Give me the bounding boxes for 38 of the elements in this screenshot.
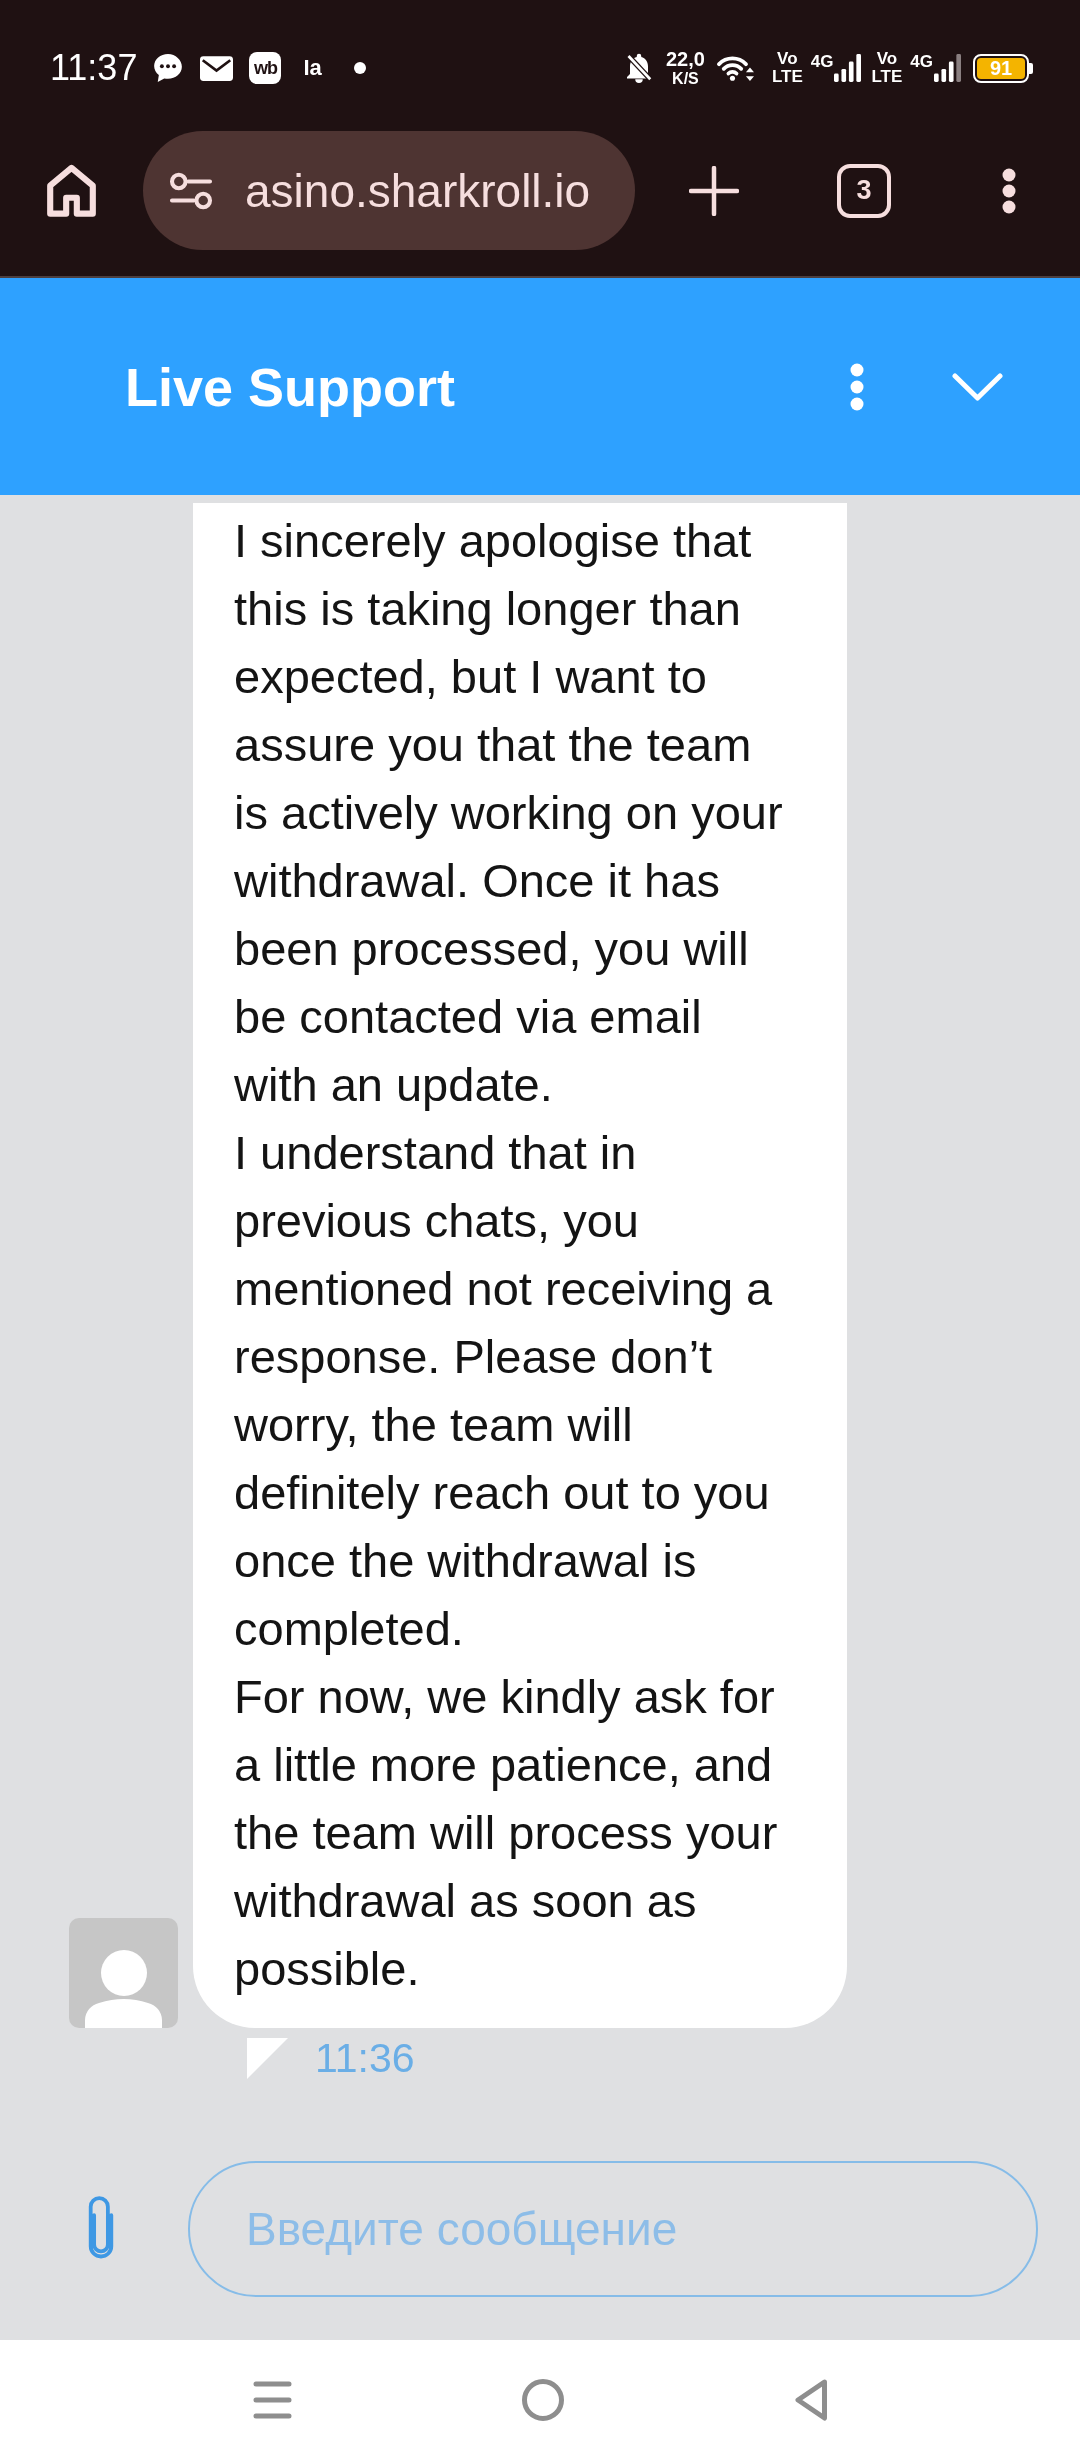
circle-icon[interactable] <box>521 2379 564 2421</box>
sliders-icon[interactable] <box>169 171 213 210</box>
muted-bell-icon <box>625 53 652 83</box>
signal-bars-icon <box>834 54 862 82</box>
network-speed: 22,0 <box>665 49 705 70</box>
menu-icon[interactable] <box>252 2380 292 2420</box>
back-icon[interactable] <box>793 2378 828 2422</box>
chat-bubble-icon <box>154 54 183 82</box>
message-input[interactable]: Введите сообщение <box>188 2161 1038 2297</box>
network-type: 4G <box>810 52 834 72</box>
message-time: 11:36 <box>315 2035 415 2082</box>
signal-bars-icon <box>934 54 961 82</box>
chevron-down-icon[interactable] <box>952 372 1003 401</box>
avatar-icon <box>69 1918 178 2028</box>
speed-unit: K/S <box>672 70 699 87</box>
home-icon[interactable] <box>47 164 96 217</box>
message-text: I understand that in previous chats, you mentioned not receiving a response. Please don’t worry, the team will definitely reach out to you once the withdrawal is completed. <box>234 1125 774 1657</box>
volte-label: Vo <box>777 50 798 68</box>
app-logo: wb <box>249 52 282 84</box>
volte-label: LTE <box>771 68 803 86</box>
message-text: For now, we kindly ask for a little more patience, and the team will process your withdrawal as soon as possible. <box>234 1669 779 1997</box>
url-text: asino.sharkroll.io <box>245 163 591 218</box>
status-time: 11:37 <box>50 47 138 89</box>
address-bar[interactable]: asino.sharkroll.io <box>143 131 635 250</box>
more-options-icon[interactable] <box>1002 167 1016 214</box>
tab-count-button[interactable]: 3 <box>837 163 891 218</box>
wifi-icon <box>716 55 754 81</box>
mail-icon <box>200 55 234 81</box>
network-type: 4G <box>910 52 933 72</box>
battery-percentage: 91 <box>989 58 1013 78</box>
dot-icon <box>353 62 366 74</box>
message-tail-icon <box>247 2038 288 2079</box>
volte-label: LTE <box>871 68 903 86</box>
chat-title: Live Support <box>125 355 456 418</box>
message-text: I sincerely apologise that this is taking longer than expected, but I want to assure you that the team is actively working on your withdrawal. Once it has been processed, you will be contacted via email with an update. <box>234 513 784 1113</box>
volte-label: Vo <box>876 50 898 68</box>
notification-label: Ia <box>303 55 322 81</box>
plus-icon[interactable] <box>689 165 739 216</box>
